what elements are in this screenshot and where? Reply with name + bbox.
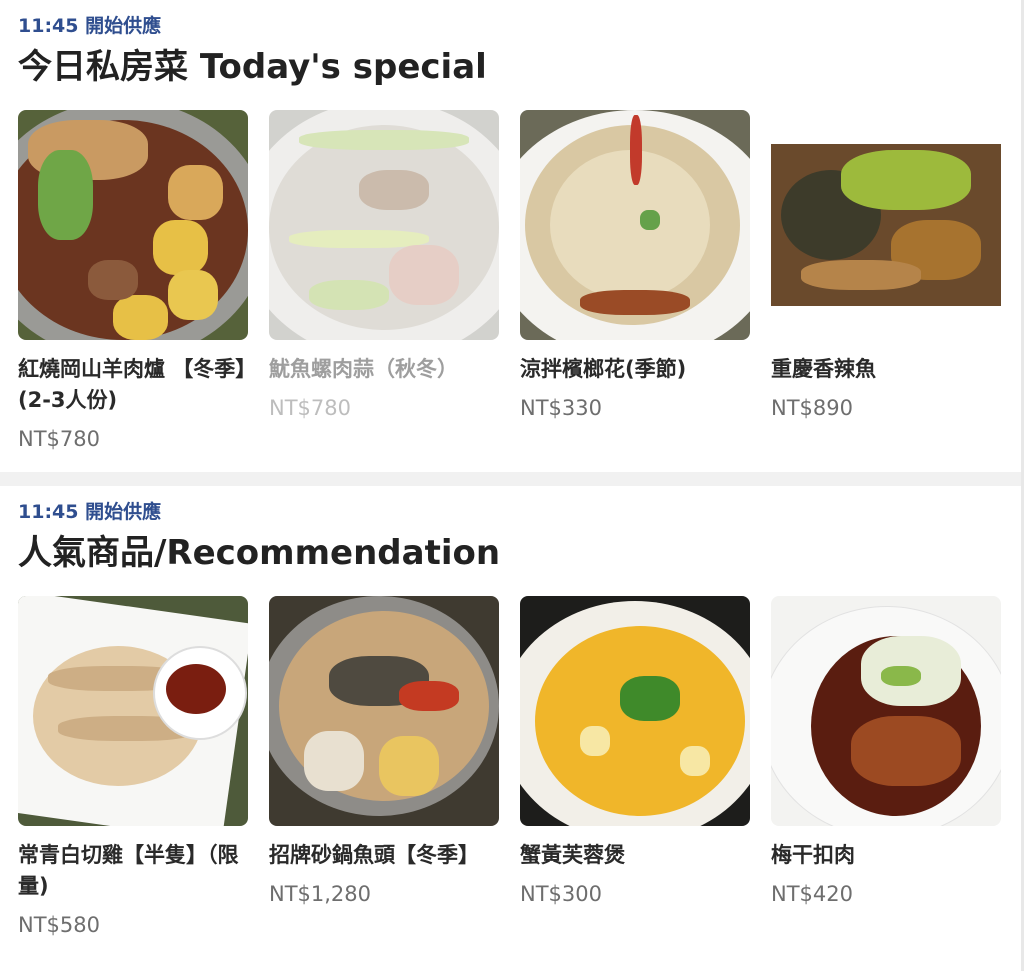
section-time: 11:45 開始供應	[18, 15, 162, 37]
product-price: NT$1,280	[269, 882, 372, 906]
product-price: NT$780	[18, 427, 100, 451]
product-price: NT$330	[520, 396, 602, 420]
product-name: 蟹黃芙蓉煲	[520, 843, 625, 867]
product-image	[18, 110, 248, 340]
product-card[interactable]: 魷魚螺肉蒜（秋冬） NT$780	[269, 110, 499, 453]
product-image	[771, 110, 1001, 340]
product-image	[269, 110, 499, 340]
product-name: 重慶香辣魚	[771, 357, 876, 381]
section-title: 人氣商品/Recommendation	[18, 533, 501, 573]
product-name: 梅干扣肉	[771, 843, 855, 867]
product-grid: 常青白切雞【半隻】（限量) NT$580 招牌砂鍋魚頭【冬季】 NT$1,280	[18, 596, 1006, 939]
product-name: 招牌砂鍋魚頭【冬季】	[269, 843, 479, 867]
product-card[interactable]: 梅干扣肉 NT$420	[771, 596, 1001, 939]
product-name: 魷魚螺肉蒜（秋冬）	[269, 357, 458, 381]
product-card[interactable]: 招牌砂鍋魚頭【冬季】 NT$1,280	[269, 596, 499, 939]
product-image	[520, 596, 750, 826]
product-name: 涼拌檳榔花(季節)	[520, 357, 687, 381]
product-card[interactable]: 重慶香辣魚 NT$890	[771, 110, 1001, 453]
product-name: 紅燒岡山羊肉爐 【冬季】(2-3人份)	[18, 357, 246, 412]
section-time: 11:45 開始供應	[18, 501, 162, 523]
product-name: 常青白切雞【半隻】（限量)	[18, 843, 239, 898]
product-image	[520, 110, 750, 340]
section-title: 今日私房菜 Today's special	[18, 47, 487, 87]
product-card[interactable]: 蟹黃芙蓉煲 NT$300	[520, 596, 750, 939]
product-image	[771, 596, 1001, 826]
section-todays-special: 11:45 開始供應 今日私房菜 Today's special 紅燒岡山羊肉爐…	[0, 0, 1024, 472]
product-card[interactable]: 紅燒岡山羊肉爐 【冬季】(2-3人份) NT$780	[18, 110, 248, 453]
product-price: NT$420	[771, 882, 853, 906]
product-card[interactable]: 常青白切雞【半隻】（限量) NT$580	[18, 596, 248, 939]
product-price: NT$890	[771, 396, 853, 420]
product-price: NT$580	[18, 913, 100, 937]
product-price: NT$780	[269, 396, 351, 420]
section-recommendation: 11:45 開始供應 人氣商品/Recommendation 常青白切雞【半隻】…	[0, 486, 1024, 971]
product-price: NT$300	[520, 882, 602, 906]
product-grid: 紅燒岡山羊肉爐 【冬季】(2-3人份) NT$780 魷魚螺肉蒜（秋冬） NT$…	[18, 110, 1006, 453]
product-card[interactable]: 涼拌檳榔花(季節) NT$330	[520, 110, 750, 453]
section-divider	[0, 472, 1024, 486]
product-image	[269, 596, 499, 826]
product-image	[18, 596, 248, 826]
